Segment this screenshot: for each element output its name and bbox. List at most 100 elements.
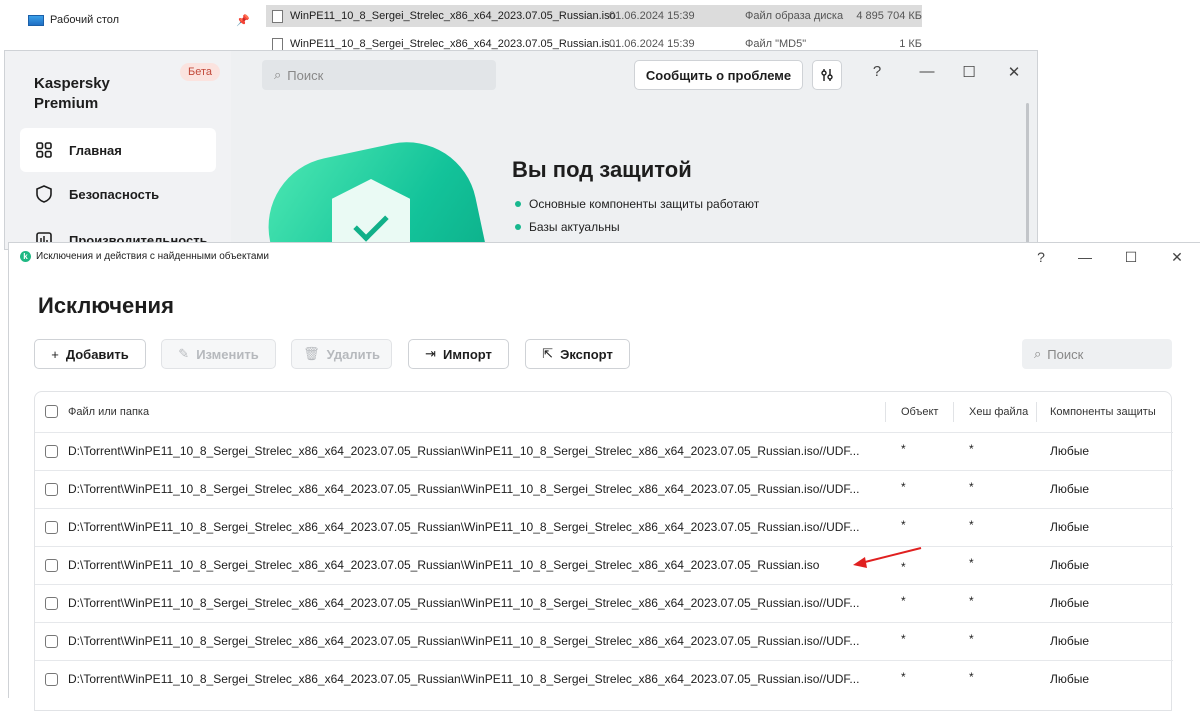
row-checkbox[interactable] — [45, 559, 58, 572]
sidebar-item-home[interactable]: Главная — [20, 128, 216, 172]
status-item-text: Базы актуальны — [529, 220, 620, 234]
button-label: Экспорт — [560, 346, 613, 362]
report-problem-button[interactable]: Сообщить о проблеме — [634, 60, 803, 90]
row-path: D:\Torrent\WinPE11_10_8_Sergei_Strelec_x… — [68, 596, 860, 610]
button-label: Удалить — [326, 346, 380, 362]
plus-icon: + — [51, 346, 59, 362]
row-hash: * — [969, 594, 974, 608]
close-button[interactable]: ✕ — [1004, 63, 1024, 81]
file-row[interactable]: WinPE11_10_8_Sergei_Strelec_x86_x64_2023… — [266, 5, 922, 27]
row-path: D:\Torrent\WinPE11_10_8_Sergei_Strelec_x… — [68, 634, 860, 648]
column-header-object[interactable]: Объект — [901, 392, 938, 432]
desktop-icon — [28, 14, 44, 26]
row-components: Любые — [1050, 558, 1090, 572]
pin-icon[interactable]: 📌 — [236, 14, 250, 27]
help-button[interactable]: ? — [867, 63, 887, 80]
import-button[interactable]: ⇥ Импорт — [408, 339, 509, 369]
file-size: 1 КБ — [899, 38, 922, 50]
row-hash: * — [969, 480, 974, 494]
select-all-checkbox[interactable] — [45, 405, 58, 418]
search-placeholder: Поиск — [1047, 346, 1084, 362]
grid-icon — [35, 141, 53, 159]
table-row[interactable]: D:\Torrent\WinPE11_10_8_Sergei_Strelec_x… — [35, 546, 1173, 584]
table-row[interactable]: D:\Torrent\WinPE11_10_8_Sergei_Strelec_x… — [35, 584, 1173, 622]
add-button[interactable]: + Добавить — [34, 339, 146, 369]
row-checkbox[interactable] — [45, 597, 58, 610]
row-components: Любые — [1050, 444, 1090, 458]
exceptions-window: k Исключения и действия с найденными объ… — [8, 242, 1200, 711]
row-checkbox[interactable] — [45, 635, 58, 648]
column-divider[interactable] — [1036, 402, 1037, 422]
row-path: D:\Torrent\WinPE11_10_8_Sergei_Strelec_x… — [68, 672, 860, 686]
button-label: Импорт — [443, 346, 492, 362]
file-type: Файл "MD5" — [745, 38, 807, 50]
maximize-button[interactable]: ☐ — [1121, 249, 1141, 266]
row-path: D:\Torrent\WinPE11_10_8_Sergei_Strelec_x… — [68, 482, 860, 496]
file-date: 01.06.2024 15:39 — [609, 38, 695, 50]
row-path: D:\Torrent\WinPE11_10_8_Sergei_Strelec_x… — [68, 444, 860, 458]
title-bar: k Исключения и действия с найденными объ… — [9, 243, 1200, 271]
kaspersky-main-window: Kaspersky Premium Бета Главная Безопасно… — [4, 50, 1038, 250]
status-dot-icon — [515, 201, 521, 207]
app-brand: Kaspersky Premium — [34, 75, 110, 112]
column-header-hash[interactable]: Хеш файла — [969, 392, 1028, 432]
import-icon: ⇥ — [425, 346, 436, 361]
sidebar-item-label: Безопасность — [69, 186, 160, 202]
trash-icon: 🗑 — [303, 346, 320, 361]
close-button[interactable]: ✕ — [1167, 249, 1187, 266]
sidebar-item-security[interactable]: Безопасность — [20, 172, 216, 216]
row-path: D:\Torrent\WinPE11_10_8_Sergei_Strelec_x… — [68, 558, 820, 572]
button-label: Добавить — [65, 346, 129, 362]
row-object: * — [901, 518, 906, 532]
edit-button[interactable]: ✎ Изменить — [161, 339, 276, 369]
row-path: D:\Torrent\WinPE11_10_8_Sergei_Strelec_x… — [68, 520, 860, 534]
status-item: Основные компоненты защиты работают — [515, 197, 759, 211]
file-date: 01.06.2024 15:39 — [609, 10, 695, 22]
table-row[interactable]: D:\Torrent\WinPE11_10_8_Sergei_Strelec_x… — [35, 660, 1173, 698]
minimize-button[interactable]: — — [917, 63, 937, 80]
file-name: WinPE11_10_8_Sergei_Strelec_x86_x64_2023… — [290, 10, 616, 22]
row-object: * — [901, 442, 906, 456]
row-checkbox[interactable] — [45, 483, 58, 496]
annotation-arrow-icon — [853, 547, 922, 568]
table-row[interactable]: D:\Torrent\WinPE11_10_8_Sergei_Strelec_x… — [35, 622, 1173, 660]
search-input[interactable]: ⌕ Поиск — [1022, 339, 1172, 369]
nav-item-desktop[interactable]: Рабочий стол — [28, 14, 119, 26]
help-button[interactable]: ? — [1031, 249, 1051, 265]
protection-status-title: Вы под защитой — [512, 157, 692, 182]
maximize-button[interactable]: ☐ — [959, 63, 979, 81]
search-input[interactable]: ⌕ Поиск — [262, 60, 496, 90]
file-name: WinPE11_10_8_Sergei_Strelec_x86_x64_2023… — [290, 38, 619, 50]
row-hash: * — [969, 442, 974, 456]
column-divider[interactable] — [953, 402, 954, 422]
minimize-button[interactable]: — — [1075, 249, 1095, 265]
search-placeholder: Поиск — [287, 67, 324, 83]
export-button[interactable]: ⇱ Экспорт — [525, 339, 630, 369]
file-size: 4 895 704 КБ — [856, 10, 922, 22]
status-item: Базы актуальны — [515, 220, 620, 234]
shield-icon — [35, 185, 53, 203]
row-object: * — [901, 670, 906, 684]
button-label: Изменить — [196, 346, 259, 362]
column-header-file[interactable]: Файл или папка — [68, 392, 149, 432]
pencil-icon: ✎ — [178, 346, 190, 361]
nav-item-label: Рабочий стол — [50, 14, 120, 26]
table-row[interactable]: D:\Torrent\WinPE11_10_8_Sergei_Strelec_x… — [35, 432, 1173, 470]
export-icon: ⇱ — [542, 346, 554, 361]
table-row[interactable]: D:\Torrent\WinPE11_10_8_Sergei_Strelec_x… — [35, 470, 1173, 508]
beta-badge: Бета — [180, 63, 221, 81]
column-divider[interactable] — [885, 402, 886, 422]
settings-sliders-icon[interactable] — [812, 60, 842, 90]
row-object: * — [901, 594, 906, 608]
window-title: Исключения и действия с найденными объек… — [36, 251, 269, 262]
kaspersky-logo-icon: k — [20, 251, 31, 262]
row-checkbox[interactable] — [45, 521, 58, 534]
delete-button[interactable]: 🗑 Удалить — [291, 339, 392, 369]
scrollbar[interactable] — [1026, 103, 1029, 243]
file-icon — [272, 37, 283, 51]
table-row[interactable]: D:\Torrent\WinPE11_10_8_Sergei_Strelec_x… — [35, 508, 1173, 546]
row-components: Любые — [1050, 520, 1090, 534]
column-header-components[interactable]: Компоненты защиты — [1050, 392, 1156, 432]
row-checkbox[interactable] — [45, 445, 58, 458]
row-checkbox[interactable] — [45, 673, 58, 686]
